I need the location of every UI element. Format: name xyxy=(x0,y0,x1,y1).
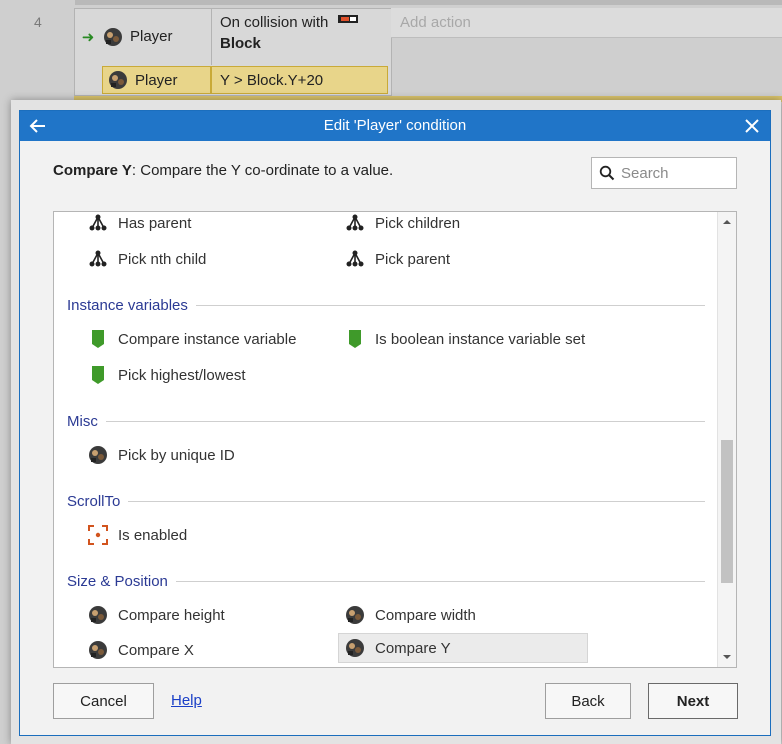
list-item-label: Compare instance variable xyxy=(118,330,297,348)
event-number: 4 xyxy=(34,14,42,30)
dialog-title: Edit 'Player' condition xyxy=(323,117,467,134)
hierarchy-icon xyxy=(87,212,109,234)
condition-row-collision[interactable]: ➜ Player On collision with Block xyxy=(74,8,389,65)
list-item-compare-height[interactable]: Compare height xyxy=(87,601,225,629)
category-label: Instance variables xyxy=(67,296,188,314)
category-divider xyxy=(128,500,705,502)
list-item-compare-width[interactable]: Compare width xyxy=(344,601,476,629)
category-label: Misc xyxy=(67,412,98,430)
description-text: : Compare the Y co-ordinate to a value. xyxy=(131,162,394,179)
category-divider xyxy=(105,420,705,422)
condition-description: Compare Y: Compare the Y co-ordinate to … xyxy=(53,162,393,179)
scrollto-icon xyxy=(87,524,109,546)
hierarchy-icon xyxy=(344,212,366,234)
list-item-is-enabled[interactable]: Is enabled xyxy=(87,521,187,549)
next-button[interactable]: Next xyxy=(648,683,738,719)
list-item-is-boolean-instance-variable-set[interactable]: Is boolean instance variable set xyxy=(344,325,585,353)
list-item-label: Pick children xyxy=(375,214,461,232)
list-item-label: Pick parent xyxy=(375,250,451,268)
cancel-button[interactable]: Cancel xyxy=(53,683,154,719)
condition-text-cell[interactable]: On collision with Block xyxy=(211,8,389,65)
block-sprite-icon xyxy=(337,15,358,23)
condition-list-content: Has parent Pick children Pick nth child … xyxy=(54,212,718,667)
list-item-label: Compare X xyxy=(118,641,194,659)
player-sprite-icon xyxy=(87,604,109,626)
list-item-compare-instance-variable[interactable]: Compare instance variable xyxy=(87,325,296,353)
trigger-arrow-icon: ➜ xyxy=(81,28,95,46)
scrollbar-thumb[interactable] xyxy=(721,440,733,583)
condition-text-line1: On collision with xyxy=(220,14,329,31)
list-item-label: Is enabled xyxy=(118,526,188,544)
list-item-pick-nth-child[interactable]: Pick nth child xyxy=(87,245,206,273)
player-sprite-icon xyxy=(87,639,109,661)
list-item-label: Compare Y xyxy=(375,639,451,657)
category-label: ScrollTo xyxy=(67,492,121,510)
condition-object-cell[interactable]: Player xyxy=(102,66,211,94)
back-button[interactable]: Back xyxy=(545,683,631,719)
category-divider xyxy=(175,580,705,582)
list-item-compare-x[interactable]: Compare X xyxy=(87,636,194,664)
condition-object-label: Player xyxy=(135,71,178,89)
description-title: Compare Y xyxy=(53,162,132,179)
list-item-label: Pick highest/lowest xyxy=(118,366,246,384)
list-item-pick-highest-lowest[interactable]: Pick highest/lowest xyxy=(87,361,246,389)
list-item-label: Compare height xyxy=(118,606,225,624)
player-sprite-icon xyxy=(87,444,109,466)
player-sprite-icon xyxy=(109,71,127,89)
list-item-label: Pick by unique ID xyxy=(118,446,235,464)
list-item-pick-parent[interactable]: Pick parent xyxy=(344,245,450,273)
player-sprite-icon xyxy=(344,604,366,626)
help-link[interactable]: Help xyxy=(171,692,202,709)
instance-variable-icon xyxy=(344,328,366,350)
category-size-position: Size & Position xyxy=(67,571,705,591)
list-item-pick-children[interactable]: Pick children xyxy=(344,212,461,237)
add-action-button[interactable]: Add action xyxy=(391,8,782,38)
player-sprite-icon xyxy=(104,27,122,46)
list-item-has-parent[interactable]: Has parent xyxy=(87,212,192,237)
list-scrollbar[interactable] xyxy=(717,212,736,667)
player-sprite-icon xyxy=(344,637,366,659)
scroll-up-arrow-icon[interactable] xyxy=(718,215,736,229)
search-input[interactable] xyxy=(619,163,733,183)
condition-list: Has parent Pick children Pick nth child … xyxy=(53,211,737,668)
list-item-pick-by-unique-id[interactable]: Pick by unique ID xyxy=(87,441,235,469)
condition-object-label: Player xyxy=(130,28,173,45)
close-icon[interactable] xyxy=(740,114,764,138)
scroll-down-arrow-icon[interactable] xyxy=(718,650,736,664)
dialog-titlebar: Edit 'Player' condition xyxy=(20,111,770,141)
search-box[interactable] xyxy=(591,157,737,189)
hierarchy-icon xyxy=(87,248,109,270)
list-item-label: Has parent xyxy=(118,214,192,232)
sheet-top-bar xyxy=(75,0,782,5)
edit-condition-dialog: Edit 'Player' condition Compare Y: Compa… xyxy=(19,110,771,736)
category-label: Size & Position xyxy=(67,572,168,590)
list-item-label: Is boolean instance variable set xyxy=(375,330,586,348)
condition-text-line2: Block xyxy=(220,35,261,52)
category-divider xyxy=(195,304,705,306)
search-icon xyxy=(599,165,615,181)
category-scrollto: ScrollTo xyxy=(67,491,705,511)
list-item-label: Pick nth child xyxy=(118,250,207,268)
condition-object-cell[interactable]: ➜ Player xyxy=(74,8,211,65)
category-instance-variables: Instance variables xyxy=(67,295,705,315)
list-item-compare-y[interactable]: Compare Y xyxy=(338,633,588,663)
hierarchy-icon xyxy=(344,248,366,270)
condition-text-cell[interactable]: Y > Block.Y+20 xyxy=(211,66,388,94)
category-misc: Misc xyxy=(67,411,705,431)
list-item-label: Compare width xyxy=(375,606,476,624)
instance-variable-icon xyxy=(87,328,109,350)
instance-variable-icon xyxy=(87,364,109,386)
condition-row-compare-y[interactable]: Player Y > Block.Y+20 xyxy=(74,66,388,94)
